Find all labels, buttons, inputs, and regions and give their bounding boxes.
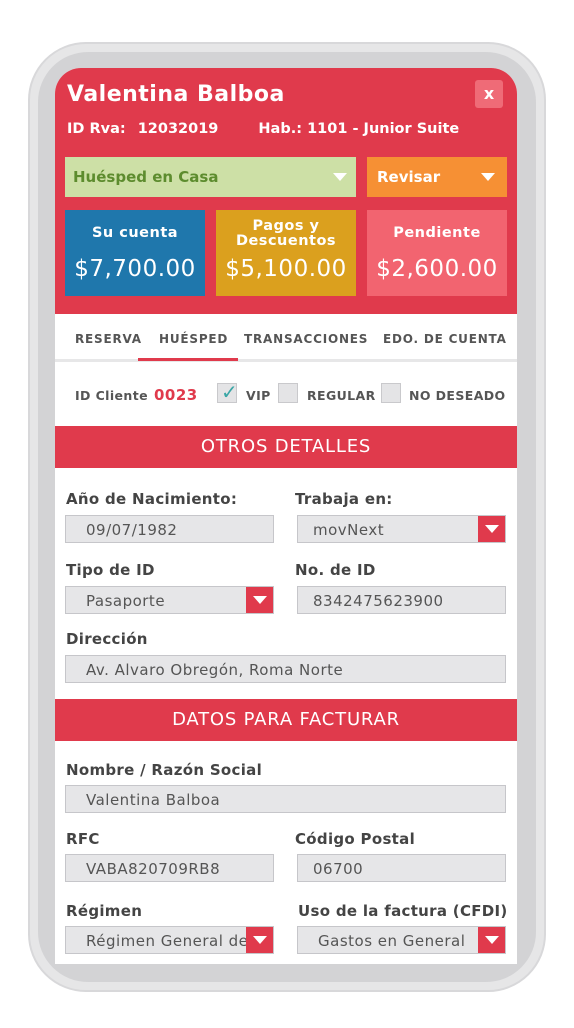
guest-header: Valentina Balboa x ID Rva: 12032019 Hab.: … [55, 68, 517, 314]
chevron-down-icon [253, 936, 267, 944]
address-field[interactable]: Av. Alvaro Obregón, Roma Norte [65, 655, 506, 683]
review-label: Revisar [377, 168, 441, 186]
postal-code-value: 06700 [313, 860, 364, 878]
tab-reserva[interactable]: RESERVA [75, 332, 142, 346]
regimen-dropdown-button[interactable] [246, 927, 273, 953]
works-at-value: movNext [313, 521, 385, 539]
regular-label: REGULAR [307, 388, 376, 403]
reservation-id-label: ID Rva: [67, 121, 126, 137]
id-number-label: No. de ID [295, 561, 376, 579]
client-row: ID Cliente 0023 ✓ VIP REGULAR NO DESEADO [55, 362, 517, 422]
chevron-down-icon [485, 525, 499, 533]
guest-detail-screen: Valentina Balboa x ID Rva: 12032019 Hab.: … [55, 68, 517, 964]
room-label: Hab.: [258, 121, 303, 137]
datos-facturar-header: DATOS PARA FACTURAR [55, 699, 517, 741]
rfc-value: VABA820709RB8 [86, 860, 221, 878]
guest-name: Valentina Balboa [67, 82, 285, 107]
rfc-field[interactable]: VABA820709RB8 [65, 854, 274, 882]
works-at-label: Trabaja en: [295, 490, 393, 508]
guest-status-value: Huésped en Casa [73, 168, 219, 186]
guest-status-select[interactable]: Huésped en Casa [65, 157, 356, 197]
vip-label: VIP [246, 388, 271, 403]
payments-card-label-line1: Pagos y [252, 218, 320, 234]
works-at-select[interactable]: movNext [297, 515, 506, 543]
chevron-down-icon [333, 173, 347, 181]
account-card-amount: $7,700.00 [74, 256, 196, 282]
regimen-label: Régimen [66, 902, 143, 920]
address-label: Dirección [66, 630, 148, 648]
payments-card-amount: $5,100.00 [225, 256, 347, 282]
client-id-value: 0023 [154, 386, 198, 404]
no-deseado-label: NO DESEADO [409, 388, 506, 403]
no-deseado-checkbox[interactable] [381, 383, 401, 403]
active-tab-indicator [138, 358, 238, 361]
payments-card[interactable]: Pagos y Descuentos $5,100.00 [216, 210, 356, 296]
id-type-value: Pasaporte [86, 592, 166, 610]
business-name-field[interactable]: Valentina Balboa [65, 785, 506, 813]
payments-card-label-line2: Descuentos [235, 233, 337, 249]
client-id-label: ID Cliente [75, 388, 148, 403]
tab-bar: RESERVA HUÉSPED TRANSACCIONES EDO. DE CU… [55, 314, 517, 362]
chevron-down-icon [485, 936, 499, 944]
reservation-id-value: 12032019 [137, 121, 219, 137]
regular-checkbox[interactable] [278, 383, 298, 403]
regimen-select[interactable]: Régimen General de Ley [65, 926, 274, 954]
postal-code-field[interactable]: 06700 [297, 854, 506, 882]
birth-date-field[interactable]: 09/07/1982 [65, 515, 274, 543]
business-name-label: Nombre / Razón Social [66, 761, 263, 779]
check-icon: ✓ [221, 380, 238, 404]
review-dropdown-button[interactable]: Revisar [367, 157, 507, 197]
pending-card-label: Pendiente [393, 225, 481, 241]
business-name-value: Valentina Balboa [86, 791, 221, 809]
account-card-label: Su cuenta [91, 225, 179, 241]
pending-card-amount: $2,600.00 [376, 256, 498, 282]
invoice-use-label: Uso de la factura (CFDI) [298, 902, 508, 920]
chevron-down-icon [481, 173, 495, 181]
invoice-use-value: Gastos en General [318, 932, 466, 950]
rfc-label: RFC [66, 830, 100, 848]
otros-detalles-header: OTROS DETALLES [55, 426, 517, 468]
account-card[interactable]: Su cuenta $7,700.00 [65, 210, 205, 296]
id-number-field[interactable]: 8342475623900 [297, 586, 506, 614]
id-type-label: Tipo de ID [66, 561, 155, 579]
id-number-value: 8342475623900 [313, 592, 444, 610]
chevron-down-icon [253, 596, 267, 604]
reservation-info: ID Rva: 12032019 Hab.: 1101 - Junior Suite [67, 121, 459, 137]
works-at-dropdown-button[interactable] [478, 516, 505, 542]
invoice-use-dropdown-button[interactable] [478, 927, 505, 953]
tab-huesped[interactable]: HUÉSPED [159, 332, 228, 346]
vip-checkbox[interactable]: ✓ [217, 380, 238, 404]
room-value: 1101 - Junior Suite [307, 121, 460, 137]
id-type-dropdown-button[interactable] [246, 587, 273, 613]
tab-edo-de-cuenta[interactable]: EDO. DE CUENTA [383, 332, 507, 346]
postal-code-label: Código Postal [295, 830, 416, 848]
pending-card[interactable]: Pendiente $2,600.00 [367, 210, 507, 296]
invoice-use-select[interactable]: Gastos en General [297, 926, 506, 954]
birth-date-value: 09/07/1982 [86, 521, 178, 539]
close-button[interactable]: x [475, 80, 503, 108]
id-type-select[interactable]: Pasaporte [65, 586, 274, 614]
tab-transacciones[interactable]: TRANSACCIONES [244, 332, 368, 346]
address-value: Av. Alvaro Obregón, Roma Norte [86, 661, 344, 679]
birth-year-label: Año de Nacimiento: [66, 490, 238, 508]
